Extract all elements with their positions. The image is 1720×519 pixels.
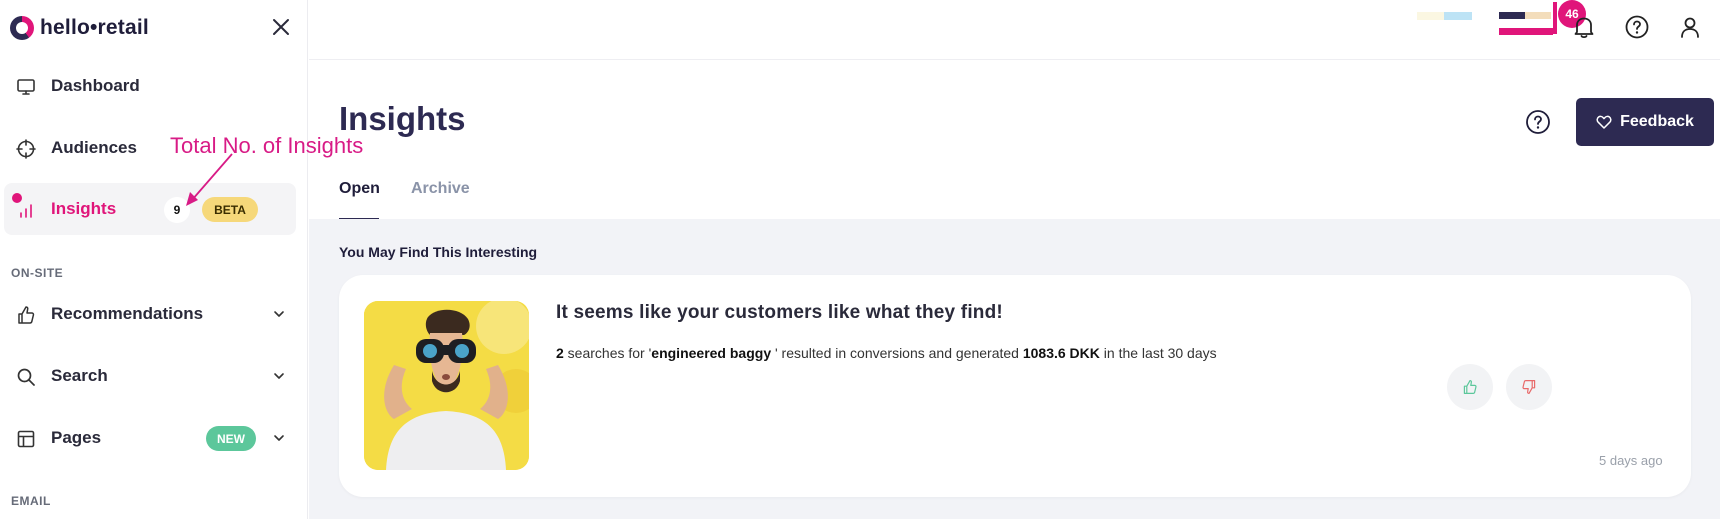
desc-text-2: ' resulted in conversions and generated: [771, 345, 1023, 361]
redacted-strip: [1444, 12, 1472, 20]
section-label-onsite: ON-SITE: [11, 266, 64, 280]
search-icon: [17, 368, 35, 386]
sidebar-item-dashboard[interactable]: Dashboard: [4, 60, 296, 112]
help-icon[interactable]: [1624, 14, 1650, 40]
sidebar: hello•retail Dashboard Audiences Insight…: [0, 0, 308, 519]
chevron-down-icon[interactable]: [272, 431, 286, 445]
redacted-strip: [1525, 12, 1551, 19]
redacted-strip: [1499, 12, 1525, 19]
sidebar-item-label: Recommendations: [51, 304, 204, 323]
page-title: Insights: [339, 100, 466, 137]
chevron-down-icon[interactable]: [272, 307, 286, 321]
crosshair-icon: [16, 139, 36, 159]
timestamp: 5 days ago: [1599, 453, 1663, 468]
insights-content: You May Find This Interesting It seems l…: [309, 219, 1720, 519]
logo[interactable]: hello•retail: [10, 16, 149, 40]
insight-title: It seems like your customers like what t…: [556, 302, 1003, 323]
thumbs-down-button[interactable]: [1506, 364, 1552, 410]
sidebar-item-label: Pages: [51, 428, 102, 447]
insight-description: 2 searches for 'engineered baggy ' resul…: [556, 345, 1217, 361]
tab-open[interactable]: Open: [339, 180, 380, 198]
thumbs-up-icon: [1463, 380, 1477, 394]
sidebar-item-insights[interactable]: Insights 9 BETA: [4, 183, 296, 235]
sidebar-item-label: Dashboard: [51, 76, 140, 95]
search-term: engineered baggy: [651, 345, 772, 361]
sidebar-item-label: Search: [51, 366, 108, 385]
help-icon[interactable]: [1525, 109, 1551, 135]
desc-text-1: searches for ': [563, 345, 652, 361]
insight-image: [364, 301, 529, 470]
thumbs-up-button[interactable]: [1447, 364, 1493, 410]
sidebar-item-pages[interactable]: Pages NEW: [4, 412, 296, 464]
close-icon[interactable]: [270, 16, 292, 38]
thumbs-down-icon: [1522, 380, 1536, 394]
redacted-strip: [1417, 12, 1447, 20]
thumbs-up-icon: [18, 306, 35, 324]
chevron-down-icon[interactable]: [272, 369, 286, 383]
sidebar-item-label: Audiences: [51, 138, 137, 157]
logo-mark-icon: [10, 16, 34, 40]
tab-archive[interactable]: Archive: [411, 180, 470, 198]
annotation-arrow-icon: [186, 153, 233, 206]
layout-icon: [17, 430, 35, 448]
bell-icon[interactable]: [1571, 14, 1597, 40]
bar-chart-icon: [20, 204, 32, 218]
redacted-strip: [1499, 28, 1553, 35]
redacted-strip: [1553, 2, 1557, 34]
sidebar-item-recommendations[interactable]: Recommendations: [4, 288, 296, 340]
feedback-button-label: Feedback: [1620, 113, 1694, 130]
sidebar-item-label: Insights: [51, 199, 117, 218]
person-with-binoculars-illustration: [364, 301, 529, 470]
insight-card: It seems like your customers like what t…: [339, 275, 1691, 497]
new-badge: NEW: [206, 426, 256, 451]
section-label-email: EMAIL: [11, 494, 51, 508]
sidebar-item-search[interactable]: Search: [4, 350, 296, 402]
logo-text: hello•retail: [40, 16, 149, 39]
feedback-button[interactable]: Feedback: [1576, 98, 1714, 146]
revenue-amount: 1083.6 DKK: [1022, 345, 1100, 361]
desc-text-3: in the last 30 days: [1099, 345, 1217, 361]
section-heading: You May Find This Interesting: [339, 244, 538, 260]
monitor-icon: [17, 79, 35, 95]
user-icon[interactable]: [1677, 14, 1703, 40]
search-count: 2: [556, 345, 564, 361]
topbar: [309, 0, 1720, 60]
heart-icon: [1596, 115, 1612, 129]
